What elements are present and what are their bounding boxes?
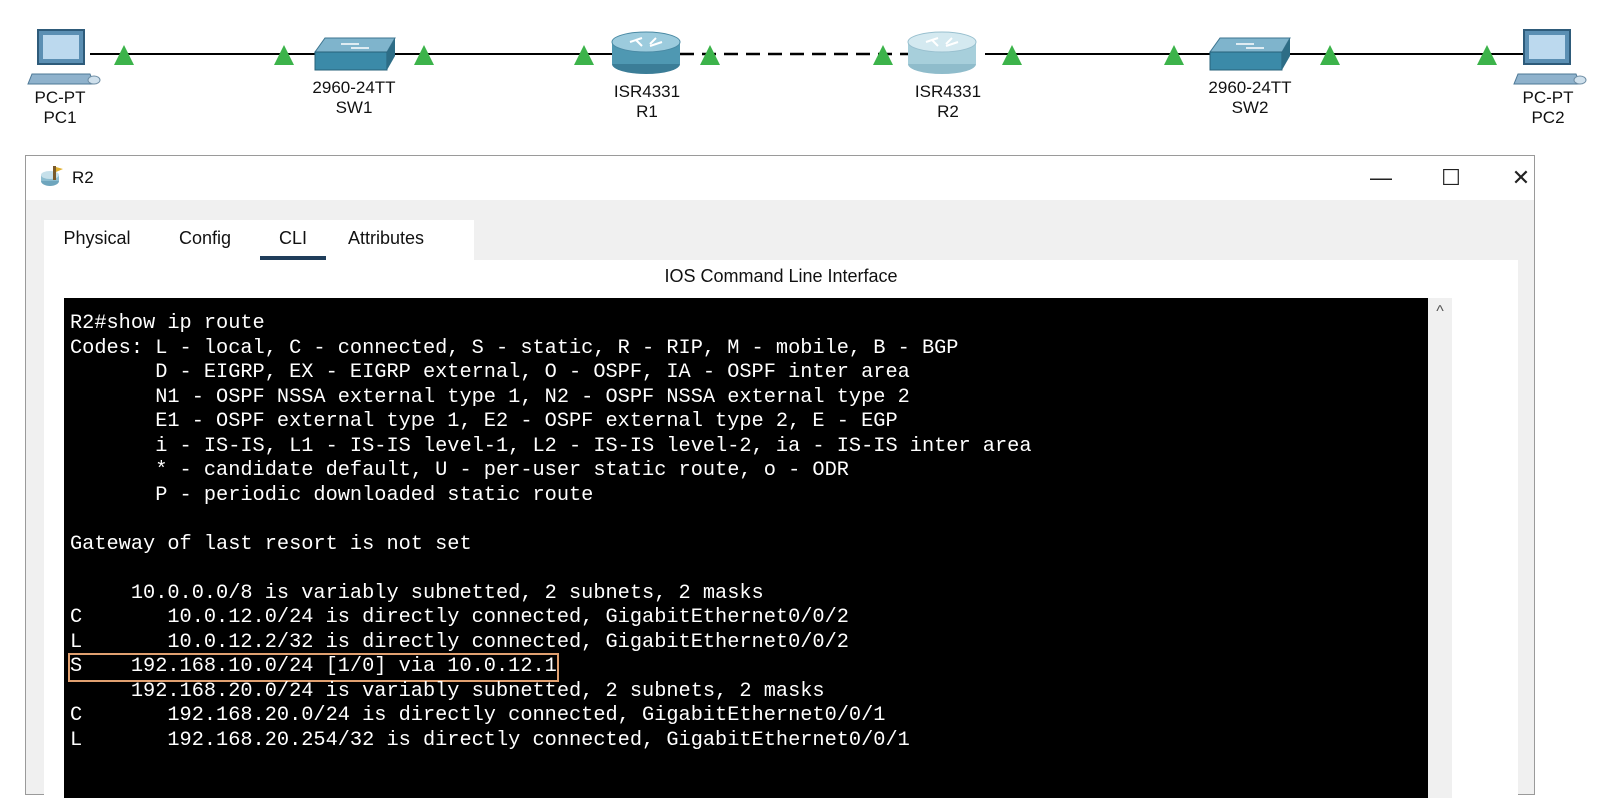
terminal-line-text: C 10.0.12.0/24 is directly connected, Gi… [70, 606, 849, 629]
terminal-line: * - candidate default, U - per-user stat… [70, 459, 1032, 484]
router-icon[interactable] [907, 31, 977, 74]
terminal-line-text: Gateway of last resort is not set [70, 532, 472, 556]
close-button[interactable]: ✕ [1486, 156, 1556, 200]
terminal-line-text: Codes: L - local, C - connected, S - sta… [70, 336, 959, 360]
device-name: PC1 [43, 108, 77, 127]
terminal-line: P - periodic downloaded static route [70, 484, 1032, 509]
minimize-button[interactable]: — [1346, 156, 1416, 200]
terminal-line-text: C 192.168.20.0/24 is directly connected,… [70, 704, 886, 727]
terminal-line: N1 - OSPF NSSA external type 1, N2 - OSP… [70, 386, 1032, 411]
scroll-up-icon[interactable]: ^ [1428, 300, 1452, 324]
topology-canvas: PC-PT PC1 2960-24TT SW1 ISR4331 R1 ISR43… [0, 0, 1608, 150]
terminal-line-text: D - EIGRP, EX - EIGRP external, O - OSPF… [70, 361, 910, 384]
panel-title: IOS Command Line Interface [664, 266, 898, 286]
terminal-line: i - IS-IS, L1 - IS-IS level-1, L2 - IS-I… [70, 434, 1032, 460]
router-icon[interactable] [611, 31, 681, 74]
highlighted-route: S 192.168.10.0/24 [1/0] via 10.0.12.1 [68, 653, 559, 682]
terminal-output: R2#show ip route Codes: L - local, C - co… [68, 312, 1032, 754]
cli-terminal[interactable]: R2#show ip route Codes: L - local, C - co… [64, 298, 1428, 798]
terminal-line: S 192.168.10.0/24 [1/0] via 10.0.12.1 [68, 653, 1032, 682]
terminal-line: C 10.0.12.0/24 is directly connected, Gi… [70, 606, 1032, 631]
device-name: SW2 [1231, 98, 1269, 117]
terminal-line: 10.0.0.0/8 is variably subnetted, 2 subn… [70, 582, 1032, 607]
tab-cli[interactable]: CLI [260, 220, 326, 262]
terminal-line: L 192.168.20.254/32 is directly connecte… [70, 729, 1032, 754]
device-model: 2960-24TT [312, 78, 396, 97]
device-name: R2 [937, 102, 959, 121]
device-model: PC-PT [34, 88, 86, 107]
terminal-line: C 192.168.20.0/24 is directly connected,… [70, 704, 1032, 729]
device-name: PC2 [1531, 108, 1565, 127]
terminal-line: L 10.0.12.2/32 is directly connected, Gi… [70, 631, 1032, 656]
window-title: R2 [72, 168, 94, 187]
device-model: 2960-24TT [1208, 78, 1292, 97]
device-label-pc1: PC-PT PC1 [35, 88, 86, 128]
device-model: ISR4331 [613, 82, 681, 101]
terminal-line-text: N1 - OSPF NSSA external type 1, N2 - OSP… [70, 385, 910, 409]
switch-icon[interactable] [1209, 37, 1291, 71]
terminal-line-text: L 192.168.20.254/32 is directly connecte… [70, 728, 910, 752]
window-titlebar[interactable]: R2 — ☐ ✕ [26, 156, 1534, 200]
terminal-line-text: R2#show ip route [70, 312, 265, 335]
tab-attributes[interactable]: Attributes [326, 220, 446, 256]
pc-icon[interactable] [1513, 29, 1587, 85]
terminal-scrollbar[interactable]: ^ [1428, 298, 1452, 798]
terminal-line-text: E1 - OSPF external type 1, E2 - OSPF ext… [70, 410, 898, 433]
terminal-line: E1 - OSPF external type 1, E2 - OSPF ext… [70, 410, 1032, 435]
cli-panel: IOS Command Line Interface R2#show ip ro… [44, 260, 1518, 800]
tab-config[interactable]: Config [150, 220, 260, 256]
terminal-line-text: P - periodic downloaded static route [70, 483, 594, 507]
switch-icon[interactable] [314, 37, 396, 71]
terminal-line: 192.168.20.0/24 is variably subnetted, 2… [70, 680, 1032, 705]
device-label-sw2: 2960-24TT SW2 [1208, 78, 1291, 118]
terminal-line-text: 192.168.20.0/24 is variably subnetted, 2… [70, 679, 825, 703]
device-label-pc2: PC-PT PC2 [1523, 88, 1574, 128]
terminal-line-text: 10.0.0.0/8 is variably subnetted, 2 subn… [70, 581, 764, 605]
terminal-line: R2#show ip route [70, 312, 1032, 337]
terminal-line-text: i - IS-IS, L1 - IS-IS level-1, L2 - IS-I… [70, 434, 1032, 458]
device-model: PC-PT [1522, 88, 1574, 107]
device-window[interactable]: R2 — ☐ ✕ Physical Config CLI Attributes … [25, 155, 1535, 800]
device-label-sw1: 2960-24TT SW1 [312, 78, 395, 118]
device-model: ISR4331 [914, 82, 982, 101]
pc-icon[interactable] [27, 29, 101, 85]
terminal-line: Gateway of last resort is not set [70, 533, 1032, 558]
tab-physical[interactable]: Physical [44, 220, 150, 256]
tab-strip: Physical Config CLI Attributes [44, 220, 474, 262]
device-name: SW1 [335, 98, 373, 117]
terminal-line-text: * - candidate default, U - per-user stat… [70, 459, 849, 482]
device-name: R1 [636, 102, 658, 121]
maximize-button[interactable]: ☐ [1416, 156, 1486, 200]
terminal-line-text: L 10.0.12.2/32 is directly connected, Gi… [70, 630, 849, 654]
topology-links [27, 29, 1587, 85]
device-label-r1: ISR4331 R1 [614, 82, 680, 122]
terminal-line: D - EIGRP, EX - EIGRP external, O - OSPF… [70, 361, 1032, 386]
terminal-line: Codes: L - local, C - connected, S - sta… [70, 337, 1032, 362]
tab-bar: Physical Config CLI Attributes [44, 220, 1518, 262]
device-label-r2: ISR4331 R2 [915, 82, 981, 122]
router-config-icon [41, 166, 63, 186]
